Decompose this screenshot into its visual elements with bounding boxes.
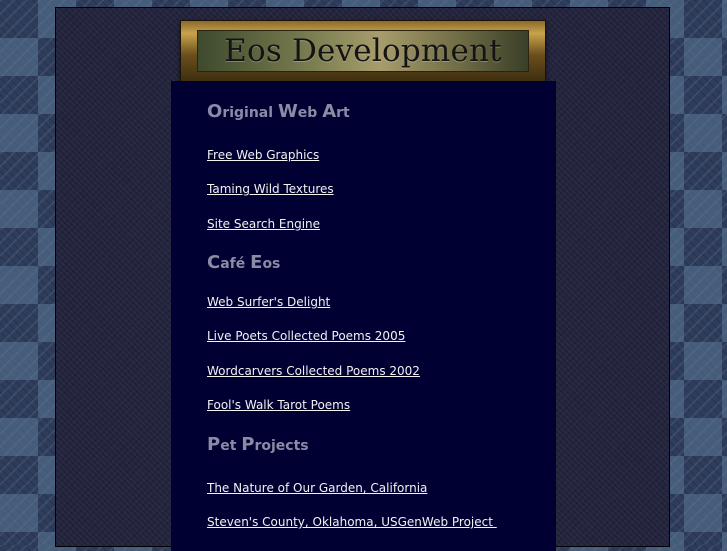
link-free-web-graphics[interactable]: Free Web Graphics — [207, 148, 319, 162]
link-wordcarvers-2002[interactable]: Wordcarvers Collected Poems 2002 — [207, 364, 420, 378]
link-taming-wild-textures[interactable]: Taming Wild Textures — [207, 182, 334, 196]
site-title: Eos Development — [224, 33, 502, 69]
banner-plaque: Eos Development — [197, 30, 529, 72]
link-fools-walk-tarot[interactable]: Fool's Walk Tarot Poems — [207, 398, 350, 412]
link-web-surfers-delight[interactable]: Web Surfer's Delight — [207, 295, 330, 309]
section-title-cafe-eos: Café Eos — [207, 252, 281, 273]
site-banner[interactable]: Eos Development — [180, 20, 546, 84]
section-title-original-web-art: Original Web Art — [207, 101, 350, 122]
link-live-poets-2005[interactable]: Live Poets Collected Poems 2005 — [207, 329, 405, 343]
section-title-pet-projects: Pet Projects — [207, 434, 309, 455]
link-nature-of-our-garden[interactable]: The Nature of Our Garden, California — [207, 481, 427, 495]
link-site-search-engine[interactable]: Site Search Engine — [207, 217, 320, 231]
link-stevens-county-usgenweb[interactable]: Steven's County, Oklahoma, USGenWeb Proj… — [207, 515, 497, 529]
